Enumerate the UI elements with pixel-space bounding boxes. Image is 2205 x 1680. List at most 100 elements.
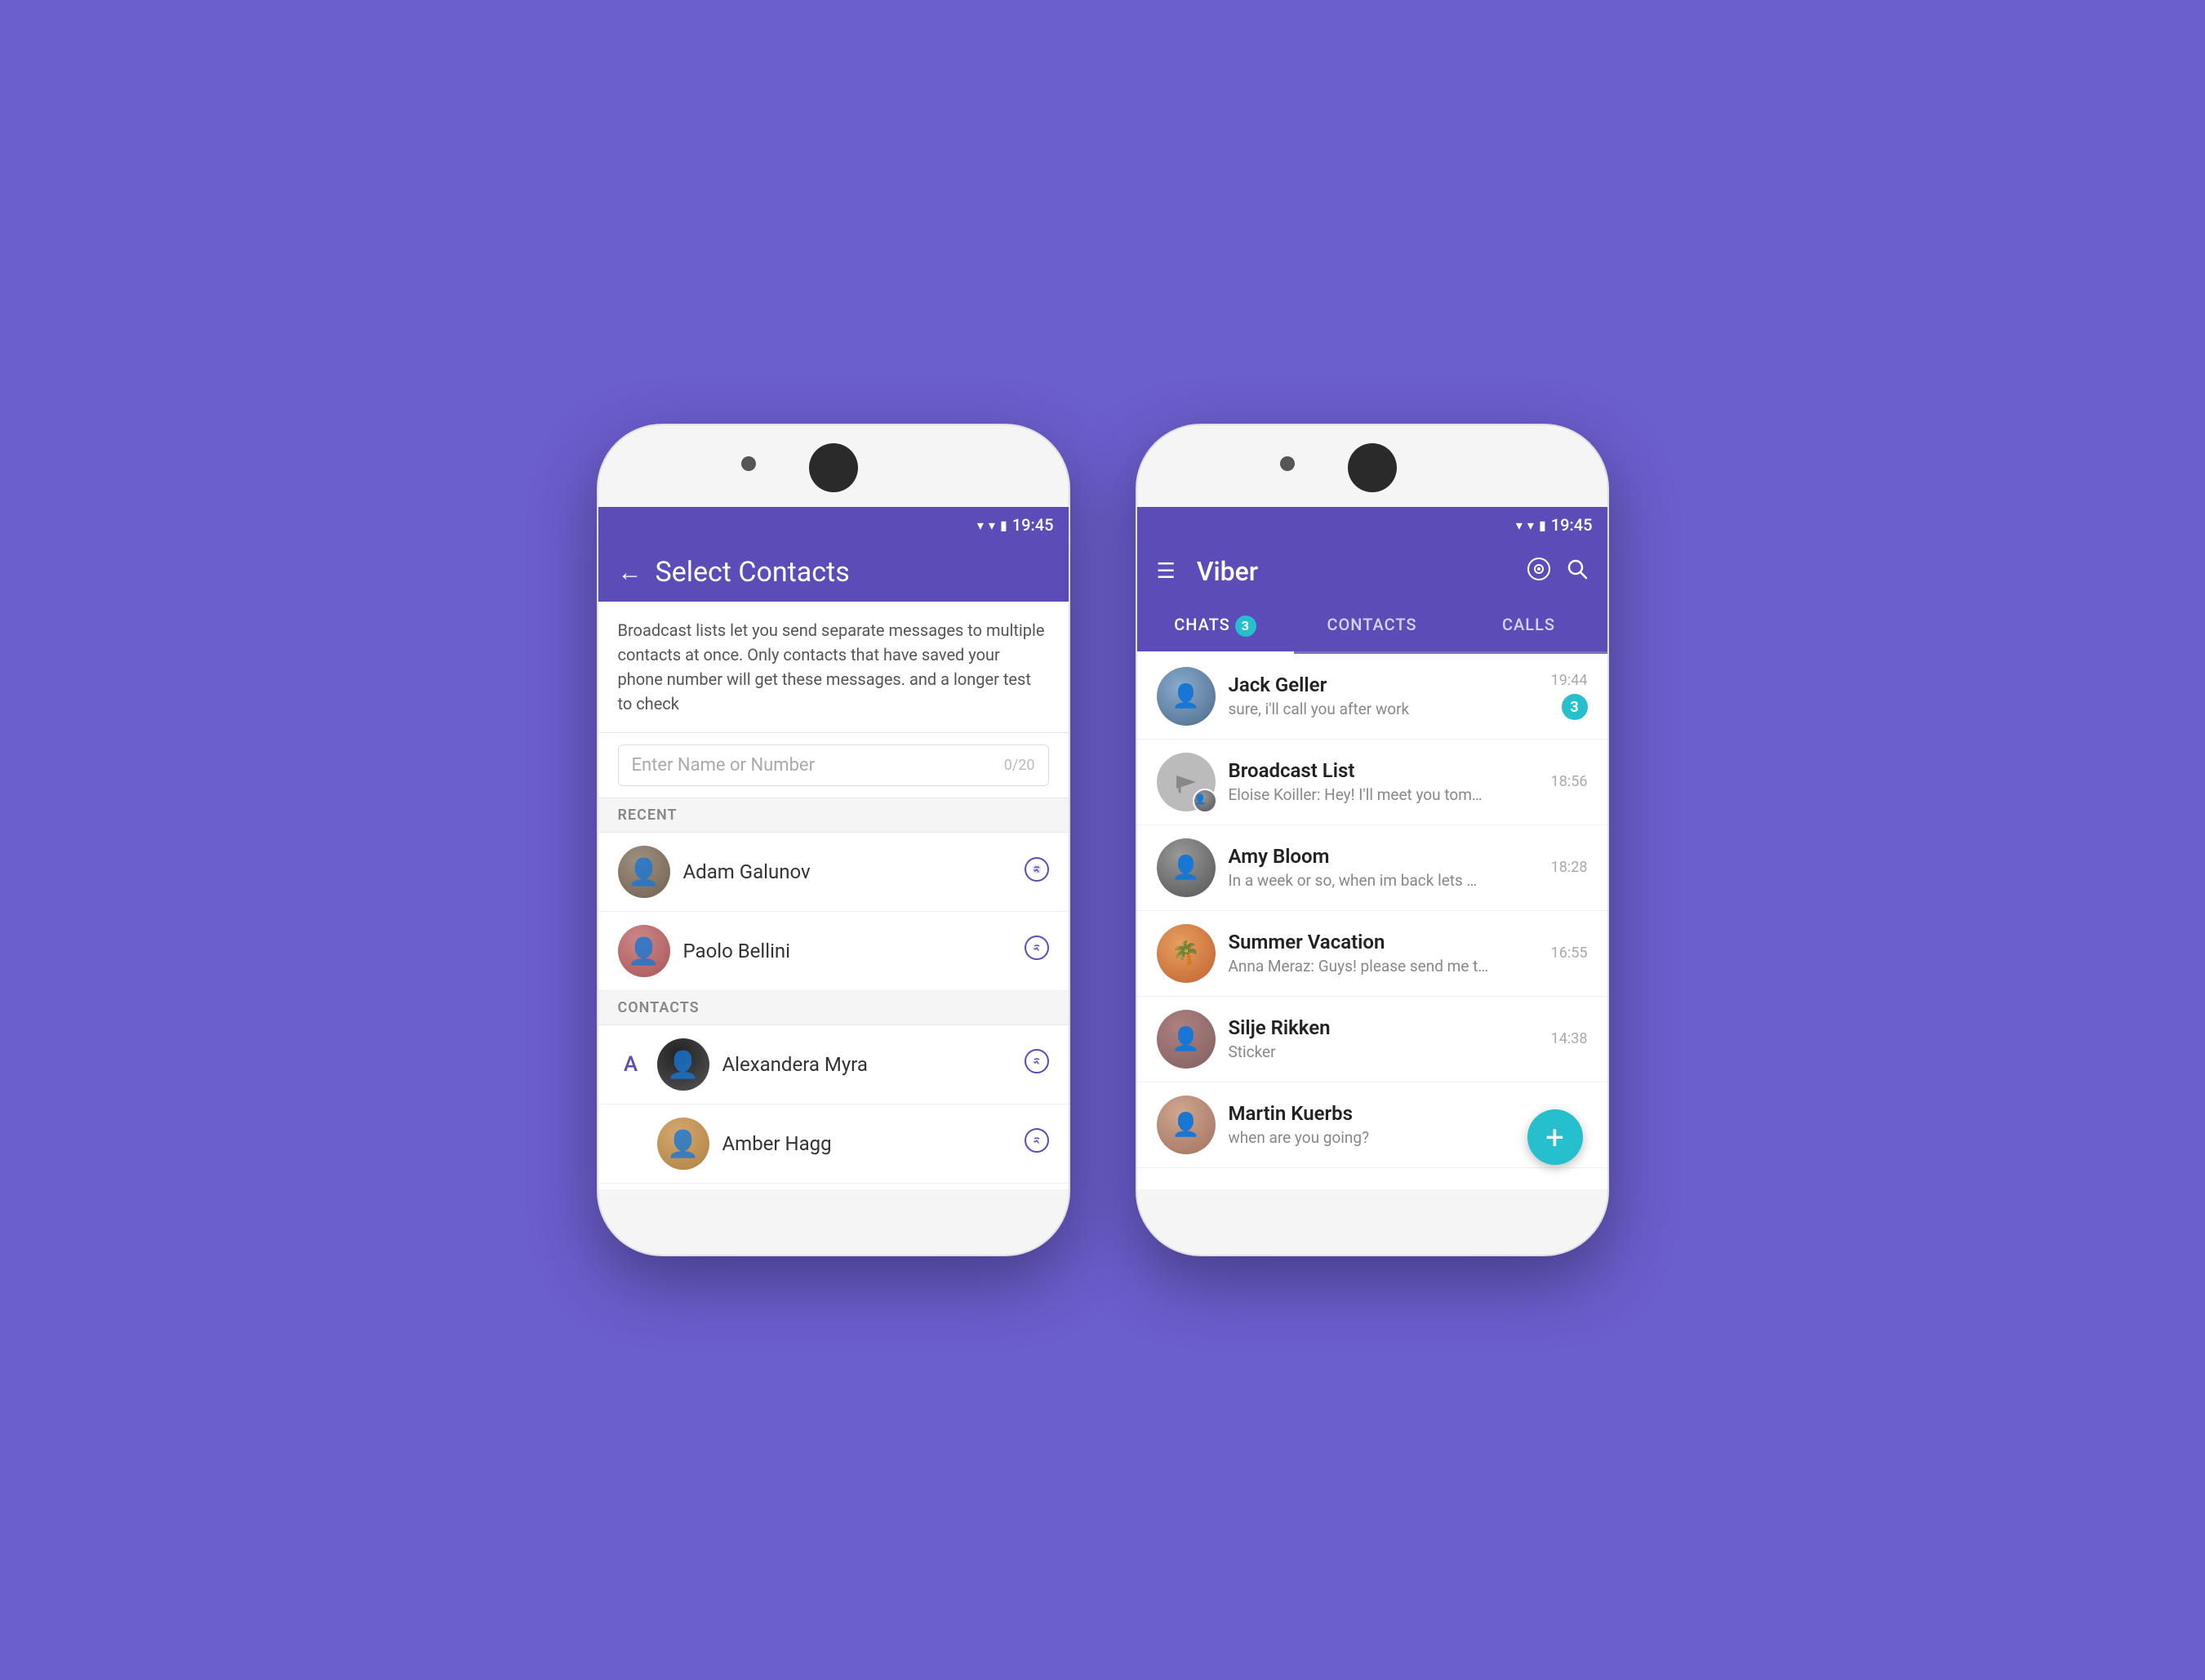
chat-item-amy[interactable]: 👤 Amy Bloom In a week or so, when im bac… <box>1137 825 1607 911</box>
chat-info-jack: Jack Geller sure, i'll call you after wo… <box>1229 673 1538 718</box>
search-count: 0/20 <box>1004 757 1035 774</box>
status-bar-2: ▾ ▾ ▮ 19:45 <box>1137 507 1607 543</box>
status-bar-1: ▾ ▾ ▮ 19:45 <box>598 507 1069 543</box>
chat-info-broadcast: Broadcast List Eloise Koiller: Hey! I'll… <box>1229 759 1538 804</box>
search-placeholder: Enter Name or Number <box>632 755 816 776</box>
avatar-amy: 👤 <box>1157 838 1216 897</box>
app-header-1: ← Select Contacts <box>598 543 1069 602</box>
chat-item-jack[interactable]: 👤 Jack Geller sure, i'll call you after … <box>1137 654 1607 740</box>
section-header-contacts: CONTACTS <box>598 991 1069 1025</box>
hamburger-menu[interactable]: ☰ <box>1157 559 1176 584</box>
back-button[interactable]: ← <box>618 558 642 587</box>
avatar-alexmyra: 👤 <box>657 1038 709 1091</box>
chat-meta-amy: 18:28 <box>1551 859 1588 876</box>
viber-icon-paolo <box>1025 936 1049 967</box>
chat-preview-martin: when are you going? <box>1229 1128 1490 1147</box>
chat-meta-jack: 19:44 3 <box>1551 672 1588 720</box>
avatar-broadcast-sub: 👤 <box>1193 789 1217 813</box>
description-box: Broadcast lists let you send separate me… <box>598 602 1069 733</box>
contact-name-paolo: Paolo Bellini <box>683 940 1011 962</box>
signal-icon-2: ▾ <box>1527 518 1534 533</box>
chat-time-broadcast: 18:56 <box>1551 773 1588 790</box>
viber-app-title: Viber <box>1197 556 1514 587</box>
wifi-icon-2: ▾ <box>1516 518 1523 533</box>
search-input-container[interactable]: Enter Name or Number 0/20 <box>618 744 1049 786</box>
avatar-jack: 👤 <box>1157 667 1216 726</box>
viber-icon-adam <box>1025 857 1049 887</box>
chat-list: 👤 Jack Geller sure, i'll call you after … <box>1137 654 1607 1168</box>
contact-item-paolo[interactable]: 👤 Paolo Bellini <box>598 912 1069 991</box>
avatar-summer: 🌴 <box>1157 924 1216 983</box>
status-time-2: 19:45 <box>1551 515 1593 535</box>
phone1-screen: ▾ ▾ ▮ 19:45 ← Select Contacts Broadcast … <box>598 507 1069 1189</box>
tab-chats[interactable]: CHATS 3 <box>1137 600 1294 654</box>
chat-item-broadcast[interactable]: 👤 Broadcast List Eloise Koiller: Hey! I'… <box>1137 740 1607 825</box>
qr-icon[interactable] <box>1527 558 1550 586</box>
chat-preview-jack: sure, i'll call you after work <box>1229 700 1490 718</box>
tab-chats-label: CHATS <box>1174 615 1230 634</box>
chat-badge-jack: 3 <box>1562 694 1588 720</box>
chat-time-silje: 14:38 <box>1551 1030 1588 1047</box>
tab-chats-badge: 3 <box>1235 616 1256 637</box>
index-letter-a: A <box>618 1052 644 1077</box>
contact-name-adam: Adam Galunov <box>683 860 1011 883</box>
contact-item-adam[interactable]: 👤 Adam Galunov <box>598 833 1069 912</box>
contact-item-amybloom[interactable]: 👤 Amy Bloom <box>598 1184 1069 1189</box>
header-action-icons <box>1527 558 1588 586</box>
contact-name-amber: Amber Hagg <box>722 1132 1011 1155</box>
chat-preview-summer: Anna Meraz: Guys! please send me the pic… <box>1229 957 1490 976</box>
phone-viber-chats: ▾ ▾ ▮ 19:45 ☰ Viber <box>1136 424 1609 1256</box>
wifi-icon: ▾ <box>977 518 984 533</box>
avatar-adam: 👤 <box>618 846 670 898</box>
tab-contacts[interactable]: CONTACTS <box>1294 600 1451 651</box>
tab-contacts-label: CONTACTS <box>1327 615 1416 634</box>
avatar-martin: 👤 <box>1157 1096 1216 1154</box>
contact-item-alexmyra[interactable]: A 👤 Alexandera Myra <box>598 1025 1069 1104</box>
status-icons-2: ▾ ▾ ▮ 19:45 <box>1516 515 1593 535</box>
chat-time-amy: 18:28 <box>1551 859 1588 876</box>
contacts-list: A 👤 Alexandera Myra 👤 Am <box>598 1025 1069 1189</box>
status-time-1: 19:45 <box>1012 515 1054 535</box>
description-text: Broadcast lists let you send separate me… <box>618 618 1049 716</box>
phone-camera <box>741 456 756 471</box>
recent-contact-list: 👤 Adam Galunov 👤 Paolo Bellini <box>598 833 1069 991</box>
chat-preview-amy: In a week or so, when im back lets meet … <box>1229 871 1490 890</box>
search-icon[interactable] <box>1567 558 1588 585</box>
chat-name-martin: Martin Kuerbs <box>1229 1102 1575 1125</box>
chat-preview-broadcast: Eloise Koiller: Hey! I'll meet you tomor… <box>1229 785 1490 804</box>
chat-name-silje: Silje Rikken <box>1229 1016 1538 1039</box>
app-header-viber: ☰ Viber <box>1137 543 1607 600</box>
tab-calls-label: CALLS <box>1502 615 1555 634</box>
chat-meta-summer: 16:55 <box>1551 944 1588 962</box>
phone-select-contacts: ▾ ▾ ▮ 19:45 ← Select Contacts Broadcast … <box>597 424 1070 1256</box>
chat-item-summer[interactable]: 🌴 Summer Vacation Anna Meraz: Guys! plea… <box>1137 911 1607 997</box>
page-title-1: Select Contacts <box>656 556 850 589</box>
chat-info-martin: Martin Kuerbs when are you going? <box>1229 1102 1575 1147</box>
tab-bar: CHATS 3 CONTACTS CALLS <box>1137 600 1607 654</box>
tab-calls[interactable]: CALLS <box>1451 600 1607 651</box>
signal-icon: ▾ <box>989 518 995 533</box>
search-box[interactable]: Enter Name or Number 0/20 <box>598 733 1069 798</box>
chat-meta-broadcast: 18:56 <box>1551 773 1588 790</box>
chat-info-amy: Amy Bloom In a week or so, when im back … <box>1229 845 1538 890</box>
fab-plus-icon: + <box>1545 1118 1564 1157</box>
battery-icon-2: ▮ <box>1539 518 1546 533</box>
chat-time-jack: 19:44 <box>1551 672 1588 689</box>
contact-name-alexmyra: Alexandera Myra <box>722 1053 1011 1076</box>
avatar-amber: 👤 <box>657 1118 709 1170</box>
chat-preview-silje: Sticker <box>1229 1042 1490 1061</box>
viber-icon-alexmyra <box>1025 1049 1049 1080</box>
chat-name-jack: Jack Geller <box>1229 673 1538 696</box>
chat-item-silje[interactable]: 👤 Silje Rikken Sticker 14:38 <box>1137 997 1607 1082</box>
fab-new-chat[interactable]: + <box>1527 1109 1583 1165</box>
contact-item-amber[interactable]: 👤 Amber Hagg <box>598 1104 1069 1184</box>
chat-info-summer: Summer Vacation Anna Meraz: Guys! please… <box>1229 931 1538 976</box>
avatar-paolo: 👤 <box>618 925 670 977</box>
battery-icon: ▮ <box>1000 518 1007 533</box>
phone2-camera <box>1280 456 1295 471</box>
status-icons-1: ▾ ▾ ▮ 19:45 <box>977 515 1054 535</box>
chat-time-summer: 16:55 <box>1551 944 1588 962</box>
avatar-broadcast-container: 👤 <box>1157 753 1216 811</box>
phone2-screen: ▾ ▾ ▮ 19:45 ☰ Viber <box>1137 507 1607 1189</box>
avatar-silje: 👤 <box>1157 1010 1216 1069</box>
